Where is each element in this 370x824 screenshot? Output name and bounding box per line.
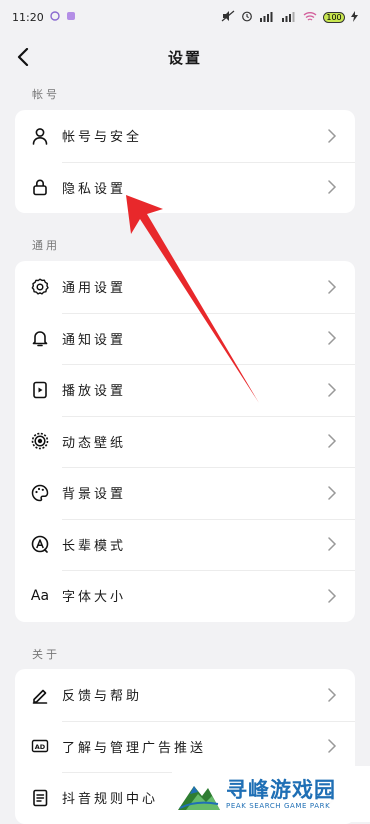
chevron-right-icon [328, 180, 337, 194]
ad-icon-text: AD [35, 743, 46, 751]
row-label: 反馈与帮助 [62, 689, 143, 705]
row-label: 播放设置 [62, 384, 127, 400]
signal-icon-2 [281, 11, 297, 24]
mute-icon [221, 10, 235, 24]
settings-row-background[interactable]: 背景设置 [15, 467, 355, 519]
gear-icon [30, 277, 50, 297]
status-left: 11:20 [12, 11, 76, 24]
signal-icon [259, 11, 275, 24]
ad-icon: AD [30, 736, 50, 756]
watermark-tagline: PEAK SEARCH GAME PARK [226, 802, 331, 810]
settings-row-privacy[interactable]: 隐私设置 [15, 161, 355, 214]
chevron-right-icon [328, 331, 337, 345]
row-label: 隐私设置 [62, 181, 127, 197]
mountain-logo-icon [178, 786, 220, 810]
row-label: 背景设置 [62, 487, 127, 503]
rules-icon [30, 788, 50, 808]
chevron-right-icon [328, 688, 337, 702]
nav-bar: 设置 [0, 34, 370, 80]
palette-icon [30, 483, 50, 503]
section-title-account: 帐号 [32, 88, 60, 101]
row-label: 长辈模式 [62, 538, 127, 554]
row-label: 帐号与安全 [62, 130, 143, 146]
alarm-icon [241, 10, 253, 24]
settings-row-elder-mode[interactable]: 长辈模式 [15, 518, 355, 571]
watermark: 寻峰游戏园 PEAK SEARCH GAME PARK [172, 766, 370, 822]
section-title-about: 关于 [32, 648, 60, 661]
general-card: 通用设置 通知设置 播放设置 动态壁纸 背景设置 长辈模式 Aa 字体大小 [15, 261, 355, 622]
notification-app-icon-2 [66, 11, 76, 23]
settings-row-playback[interactable]: 播放设置 [15, 364, 355, 416]
row-label: 通用设置 [62, 281, 127, 297]
status-right: 100 [221, 10, 358, 24]
status-bar: 11:20 100 [0, 0, 370, 34]
font-size-icon: Aa [30, 586, 50, 606]
chevron-right-icon [328, 383, 337, 397]
notification-app-icon [50, 11, 60, 23]
pen-icon [30, 685, 50, 705]
chevron-right-icon [328, 486, 337, 500]
chevron-right-icon [328, 537, 337, 551]
settings-row-feedback[interactable]: 反馈与帮助 [15, 669, 355, 721]
watermark-text: 寻峰游戏园 PEAK SEARCH GAME PARK [226, 778, 336, 810]
live-wallpaper-icon [30, 431, 50, 451]
account-card: 帐号与安全 隐私设置 [15, 110, 355, 213]
wifi-icon [303, 11, 317, 24]
section-title-general: 通用 [32, 239, 60, 252]
settings-row-live-wallpaper[interactable]: 动态壁纸 [15, 415, 355, 468]
row-label: 通知设置 [62, 332, 127, 348]
row-label: 动态壁纸 [62, 435, 127, 451]
charging-icon [351, 10, 358, 24]
status-time: 11:20 [12, 10, 44, 24]
chevron-right-icon [328, 739, 337, 753]
row-label: 了解与管理广告推送 [62, 740, 207, 756]
person-icon [30, 126, 50, 146]
watermark-name: 寻峰游戏园 [226, 778, 336, 802]
chevron-right-icon [328, 434, 337, 448]
settings-row-ad-management[interactable]: AD 了解与管理广告推送 [15, 720, 355, 773]
lock-icon [30, 177, 50, 197]
settings-row-general[interactable]: 通用设置 [15, 261, 355, 313]
settings-row-notifications[interactable]: 通知设置 [15, 312, 355, 365]
page-title: 设置 [167, 49, 202, 67]
battery-indicator: 100 [323, 11, 345, 23]
chevron-right-icon [328, 129, 337, 143]
settings-row-font-size[interactable]: Aa 字体大小 [15, 570, 355, 622]
settings-row-account-security[interactable]: 帐号与安全 [15, 110, 355, 162]
play-card-icon [30, 380, 50, 400]
chevron-right-icon [328, 280, 337, 294]
chevron-right-icon [328, 589, 337, 603]
bell-icon [30, 328, 50, 348]
row-label: 字体大小 [62, 590, 127, 606]
elder-mode-icon [30, 534, 50, 554]
font-size-icon-text: Aa [30, 587, 50, 604]
